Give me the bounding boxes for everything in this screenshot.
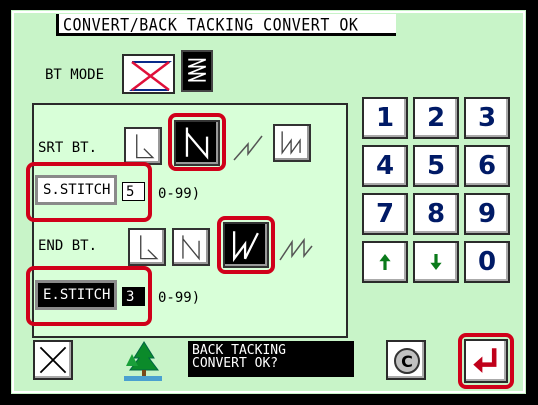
- backtack-triple-icon: [281, 131, 301, 155]
- clear-icon: C: [394, 348, 420, 374]
- start-stitch-range: 0-99): [158, 186, 201, 202]
- backtack-double-icon: [182, 235, 200, 261]
- start-stitch-value[interactable]: 5: [122, 182, 145, 201]
- keypad-9[interactable]: 9: [464, 193, 510, 235]
- page-title: CONVERT/BACK TACKING CONVERT OK: [63, 15, 359, 35]
- backtack-triple-icon: [279, 237, 313, 261]
- close-icon: [39, 346, 67, 374]
- backtack-wave-icon: [233, 135, 263, 161]
- up-arrow-icon: [379, 254, 391, 270]
- end-stitch-value[interactable]: 3: [122, 287, 145, 306]
- down-arrow-icon: [430, 254, 442, 270]
- end-bt-pattern-4[interactable]: [276, 230, 316, 264]
- start-stitch-button[interactable]: S.STITCH: [35, 175, 117, 205]
- enter-icon: [473, 348, 497, 373]
- end-bt-label: END BT.: [38, 238, 98, 254]
- message-line-2: CONVERT OK?: [192, 356, 279, 371]
- message-box: BACK TACKING CONVERT OK?: [188, 341, 354, 377]
- keypad-5[interactable]: 5: [413, 145, 459, 187]
- start-bt-pattern-3[interactable]: [228, 130, 268, 164]
- bt-mode-zigzag-button[interactable]: [181, 50, 213, 92]
- keypad-down-button[interactable]: [413, 241, 459, 283]
- keypad-1[interactable]: 1: [362, 97, 408, 139]
- bt-mode-off-icon: [129, 61, 172, 91]
- keypad-2[interactable]: 2: [413, 97, 459, 139]
- keypad-0[interactable]: 0: [464, 241, 510, 283]
- bt-mode-off-button[interactable]: [122, 54, 175, 94]
- tree-image-button[interactable]: [122, 340, 164, 382]
- backtack-single-icon: [136, 134, 155, 159]
- end-bt-pattern-2[interactable]: [172, 228, 210, 266]
- start-bt-pattern-1[interactable]: [124, 127, 162, 165]
- keypad-up-button[interactable]: [362, 241, 408, 283]
- end-stitch-range: 0-99): [158, 290, 201, 306]
- tree-icon: [122, 340, 164, 382]
- keypad-6[interactable]: 6: [464, 145, 510, 187]
- backtack-wave-icon: [232, 231, 259, 263]
- keypad-4[interactable]: 4: [362, 145, 408, 187]
- end-bt-pattern-3[interactable]: [223, 222, 269, 268]
- keypad-7[interactable]: 7: [362, 193, 408, 235]
- start-bt-pattern-2[interactable]: [174, 120, 220, 166]
- zigzag-icon: [187, 58, 207, 82]
- keypad-3[interactable]: 3: [464, 97, 510, 139]
- backtack-double-icon: [185, 127, 209, 160]
- end-stitch-button[interactable]: E.STITCH: [35, 280, 117, 310]
- bt-mode-label: BT MODE: [45, 67, 105, 83]
- backtack-single-icon: [140, 235, 159, 260]
- start-bt-pattern-4[interactable]: [273, 124, 311, 162]
- clear-button[interactable]: C: [386, 340, 426, 380]
- keypad-8[interactable]: 8: [413, 193, 459, 235]
- enter-button[interactable]: [464, 339, 508, 383]
- start-bt-label: SRT BT.: [38, 140, 98, 156]
- end-bt-pattern-1[interactable]: [128, 228, 166, 266]
- cancel-button[interactable]: [33, 340, 73, 380]
